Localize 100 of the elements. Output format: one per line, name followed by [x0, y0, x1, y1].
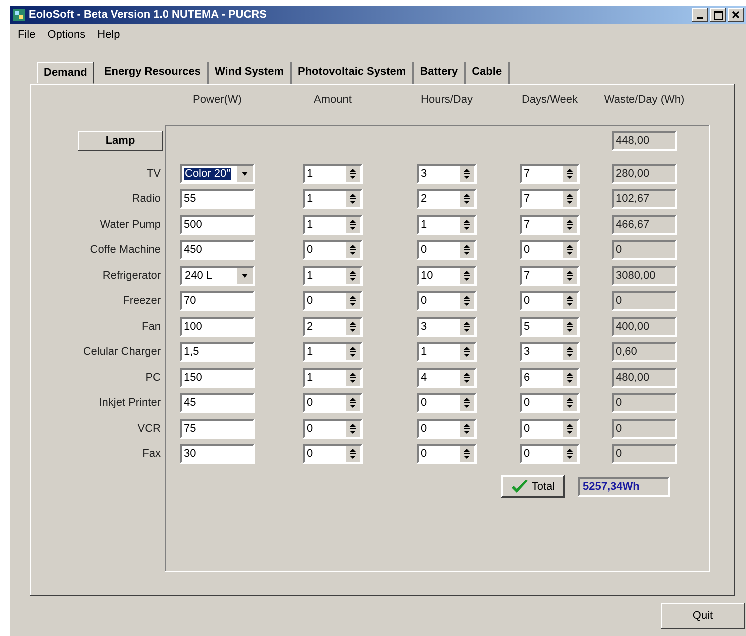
hours-spinner[interactable]: 3	[417, 316, 477, 337]
spin-arrows-icon[interactable]	[346, 216, 360, 233]
spin-arrows-icon[interactable]	[563, 370, 577, 386]
days-spinner[interactable]: 7	[520, 214, 580, 235]
spin-arrows-icon[interactable]	[460, 420, 474, 437]
tab[interactable]: Demand	[37, 62, 94, 84]
spin-arrows-icon[interactable]	[563, 344, 577, 360]
tab[interactable]: Wind System	[209, 62, 292, 84]
power-input[interactable]: 150	[180, 368, 255, 388]
spin-arrows-icon[interactable]	[460, 242, 474, 258]
spin-arrows-icon[interactable]	[460, 395, 474, 412]
lamp-button[interactable]: Lamp	[78, 131, 163, 151]
amount-spinner[interactable]: 0	[303, 444, 363, 464]
hours-spinner[interactable]: 0	[417, 240, 477, 260]
power-input[interactable]: 75	[180, 418, 255, 439]
power-input[interactable]: 450	[180, 240, 255, 260]
menu-item[interactable]: Options	[48, 29, 86, 43]
days-spinner[interactable]: 0	[520, 240, 580, 260]
spin-arrows-icon[interactable]	[346, 268, 360, 284]
spin-arrows-icon[interactable]	[563, 293, 577, 310]
spin-arrows-icon[interactable]	[460, 293, 474, 310]
spin-arrows-icon[interactable]	[346, 293, 360, 310]
power-input[interactable]: 70	[180, 291, 255, 312]
days-spinner[interactable]: 0	[520, 444, 580, 464]
hours-spinner[interactable]: 10	[417, 266, 477, 286]
spin-arrows-icon[interactable]	[460, 191, 474, 208]
hours-spinner[interactable]: 2	[417, 189, 477, 210]
spin-arrows-icon[interactable]	[346, 318, 360, 335]
minimize-button[interactable]	[692, 8, 708, 22]
amount-spinner[interactable]: 0	[303, 393, 363, 414]
spin-arrows-icon[interactable]	[460, 268, 474, 284]
amount-spinner[interactable]: 0	[303, 240, 363, 260]
spin-arrows-icon[interactable]	[460, 344, 474, 360]
hours-spinner[interactable]: 1	[417, 342, 477, 362]
power-input[interactable]: 45	[180, 393, 255, 414]
hours-spinner[interactable]: 1	[417, 214, 477, 235]
menu-item[interactable]: File	[18, 29, 36, 43]
spin-arrows-icon[interactable]	[563, 420, 577, 437]
amount-spinner[interactable]: 1	[303, 368, 363, 388]
power-input[interactable]: 100	[180, 316, 255, 337]
tab[interactable]: Energy Resources	[98, 62, 210, 84]
spin-arrows-icon[interactable]	[563, 268, 577, 284]
close-button[interactable]	[728, 8, 744, 22]
days-spinner[interactable]: 3	[520, 342, 580, 362]
spin-arrows-icon[interactable]	[563, 318, 577, 335]
spin-arrows-icon[interactable]	[563, 395, 577, 412]
spin-arrows-icon[interactable]	[460, 166, 474, 182]
tab[interactable]: Photovoltaic System	[292, 62, 414, 84]
days-spinner[interactable]: 7	[520, 164, 580, 184]
power-dropdown[interactable]: 240 L	[180, 266, 255, 286]
quit-button[interactable]: Quit	[661, 603, 745, 629]
spin-arrows-icon[interactable]	[346, 242, 360, 258]
power-input[interactable]: 500	[180, 214, 255, 235]
spin-arrows-icon[interactable]	[563, 191, 577, 208]
amount-spinner[interactable]: 1	[303, 214, 363, 235]
menu-item[interactable]: Help	[98, 29, 120, 43]
amount-spinner[interactable]: 1	[303, 164, 363, 184]
spin-arrows-icon[interactable]	[460, 216, 474, 233]
spin-arrows-icon[interactable]	[346, 370, 360, 386]
amount-spinner[interactable]: 2	[303, 316, 363, 337]
spin-arrows-icon[interactable]	[346, 344, 360, 360]
hours-spinner[interactable]: 0	[417, 393, 477, 414]
tab[interactable]: Battery	[414, 62, 466, 84]
hours-spinner[interactable]: 4	[417, 368, 477, 388]
amount-spinner[interactable]: 1	[303, 266, 363, 286]
spin-arrows-icon[interactable]	[563, 446, 577, 462]
hours-spinner[interactable]: 0	[417, 291, 477, 312]
spin-arrows-icon[interactable]	[346, 191, 360, 208]
days-spinner[interactable]: 0	[520, 418, 580, 439]
power-dropdown[interactable]: Color 20"	[180, 164, 255, 184]
power-input[interactable]: 55	[180, 189, 255, 210]
maximize-button[interactable]	[710, 8, 726, 22]
hours-spinner[interactable]: 0	[417, 444, 477, 464]
spin-arrows-icon[interactable]	[346, 395, 360, 412]
days-spinner[interactable]: 7	[520, 189, 580, 210]
spin-arrows-icon[interactable]	[563, 242, 577, 258]
tab[interactable]: Cable	[466, 62, 510, 84]
amount-spinner[interactable]: 1	[303, 342, 363, 362]
spin-arrows-icon[interactable]	[460, 318, 474, 335]
hours-spinner[interactable]: 3	[417, 164, 477, 184]
spin-arrows-icon[interactable]	[563, 216, 577, 233]
spin-arrows-icon[interactable]	[460, 446, 474, 462]
days-spinner[interactable]: 5	[520, 316, 580, 337]
total-button[interactable]: Total	[501, 475, 565, 498]
days-spinner[interactable]: 0	[520, 393, 580, 414]
spin-arrows-icon[interactable]	[563, 166, 577, 182]
amount-spinner[interactable]: 1	[303, 189, 363, 210]
days-spinner[interactable]: 0	[520, 291, 580, 312]
total-field: 5257,34Wh	[578, 476, 670, 496]
spin-arrows-icon[interactable]	[346, 446, 360, 462]
amount-spinner[interactable]: 0	[303, 418, 363, 439]
spin-arrows-icon[interactable]	[460, 370, 474, 386]
hours-spinner[interactable]: 0	[417, 418, 477, 439]
power-input[interactable]: 30	[180, 444, 255, 464]
days-spinner[interactable]: 7	[520, 266, 580, 286]
power-input[interactable]: 1,5	[180, 342, 255, 362]
amount-spinner[interactable]: 0	[303, 291, 363, 312]
spin-arrows-icon[interactable]	[346, 166, 360, 182]
spin-arrows-icon[interactable]	[346, 420, 360, 437]
days-spinner[interactable]: 6	[520, 368, 580, 388]
